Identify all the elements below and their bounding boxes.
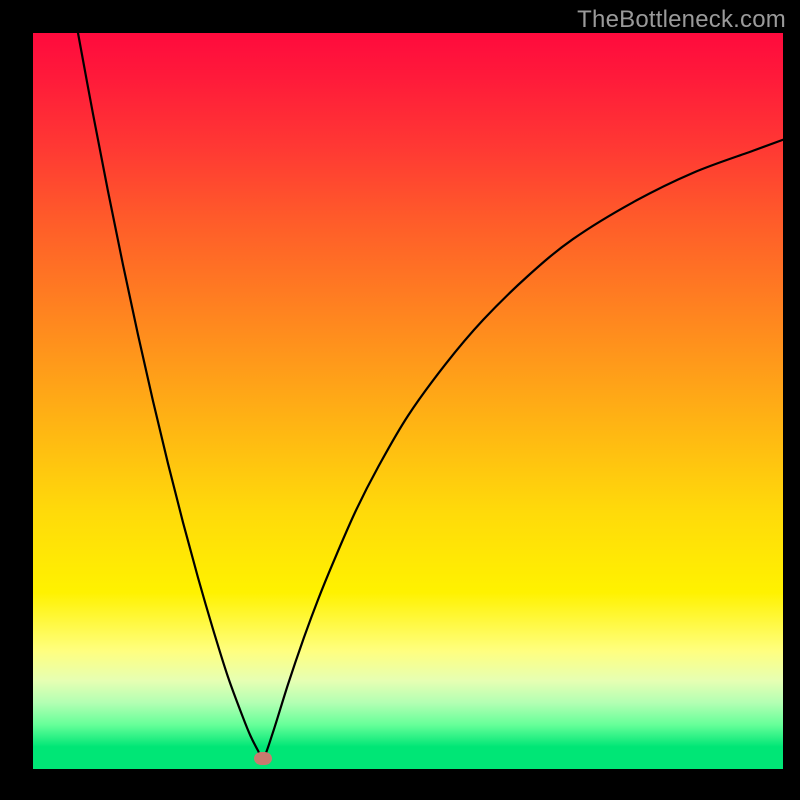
chart-frame: TheBottleneck.com (0, 0, 800, 800)
plot-area (33, 33, 783, 769)
bottleneck-curve (33, 33, 783, 769)
optimum-marker (254, 752, 272, 765)
curve-path (78, 33, 783, 759)
watermark-text: TheBottleneck.com (577, 6, 786, 34)
